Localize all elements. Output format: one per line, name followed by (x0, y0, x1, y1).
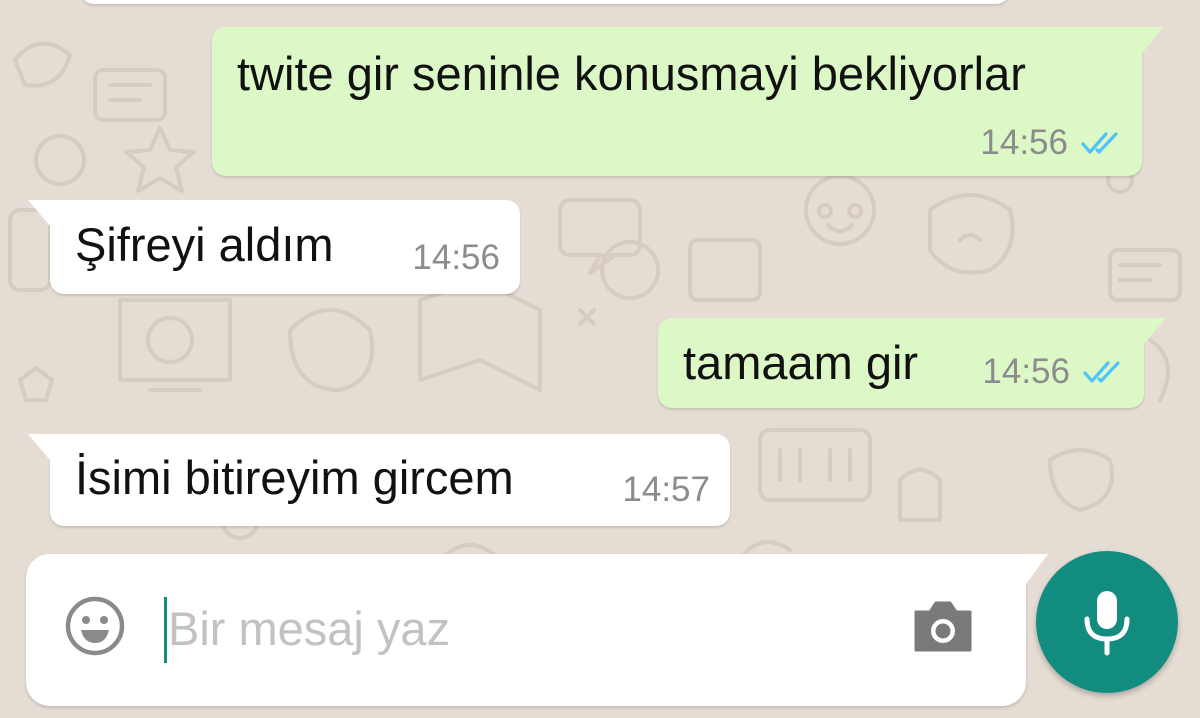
message-input[interactable]: Bir mesaj yaz (168, 596, 450, 662)
message-text: İsimi bitireyim gircem (75, 451, 514, 504)
message-meta: 14:56 (980, 123, 1126, 163)
microphone-button[interactable] (1036, 551, 1178, 693)
read-receipt-icon (1080, 130, 1126, 156)
message-text: twite gir seninle konusmayi bekliyorlar (237, 47, 1026, 100)
microphone-icon (1084, 591, 1130, 656)
smiley-icon[interactable] (64, 595, 126, 657)
read-receipt-icon (1082, 359, 1128, 385)
message-time: 14:56 (980, 123, 1068, 162)
message-bubble-incoming[interactable]: Şifreyi aldım 14:56 (28, 200, 520, 294)
message-bubble-outgoing[interactable]: tamaam gir 14:56 (658, 318, 1166, 408)
message-time: 14:56 (982, 352, 1070, 391)
message-bubble-outgoing[interactable]: twite gir seninle konusmayi bekliyorlar … (212, 27, 1164, 176)
message-text: tamaam gir (683, 336, 919, 389)
message-meta: 14:56 (412, 238, 500, 278)
message-composer[interactable]: Bir mesaj yaz (26, 554, 1048, 706)
message-meta: 14:56 (982, 352, 1128, 392)
camera-icon[interactable] (910, 596, 976, 656)
message-bubble-incoming[interactable]: İsimi bitireyim gircem 14:57 (28, 434, 730, 526)
previous-message-edge (80, 0, 1010, 4)
message-meta: 14:57 (622, 470, 710, 510)
text-caret (164, 597, 167, 663)
message-text: Şifreyi aldım (75, 218, 334, 271)
message-time: 14:57 (622, 470, 710, 509)
message-time: 14:56 (412, 238, 500, 277)
